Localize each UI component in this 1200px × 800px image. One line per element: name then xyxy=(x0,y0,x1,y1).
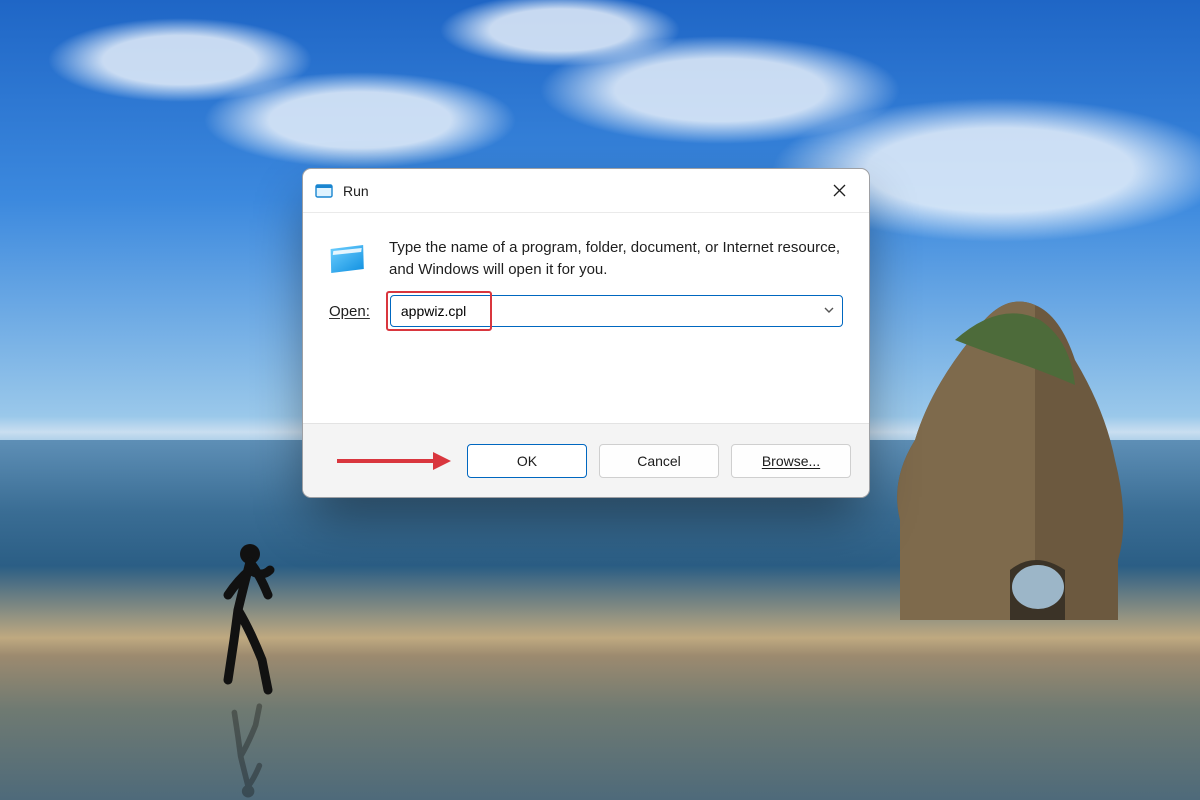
titlebar[interactable]: Run xyxy=(303,169,869,213)
close-button[interactable] xyxy=(817,176,861,206)
run-dialog: Run Type the name of a program, folder, … xyxy=(302,168,870,498)
run-body-icon xyxy=(329,239,371,281)
open-input[interactable] xyxy=(390,295,843,327)
open-row: Open: xyxy=(303,289,869,351)
dialog-body: Type the name of a program, folder, docu… xyxy=(303,213,869,289)
dialog-title: Run xyxy=(343,183,369,199)
dialog-footer: OK Cancel Browse... xyxy=(303,423,869,497)
open-label: Open: xyxy=(329,303,370,320)
cancel-button[interactable]: Cancel xyxy=(599,444,719,478)
wallpaper-runner-reflection xyxy=(210,700,280,800)
close-icon xyxy=(833,184,846,197)
dialog-description: Type the name of a program, folder, docu… xyxy=(389,237,843,281)
annotation-arrow xyxy=(333,449,453,473)
browse-button[interactable]: Browse... xyxy=(731,444,851,478)
open-combobox[interactable] xyxy=(390,295,843,327)
ok-button[interactable]: OK xyxy=(467,444,587,478)
wallpaper-runner xyxy=(210,540,280,700)
browse-label: Browse... xyxy=(762,453,820,469)
wallpaper-rock xyxy=(860,250,1160,620)
run-icon xyxy=(315,182,333,200)
